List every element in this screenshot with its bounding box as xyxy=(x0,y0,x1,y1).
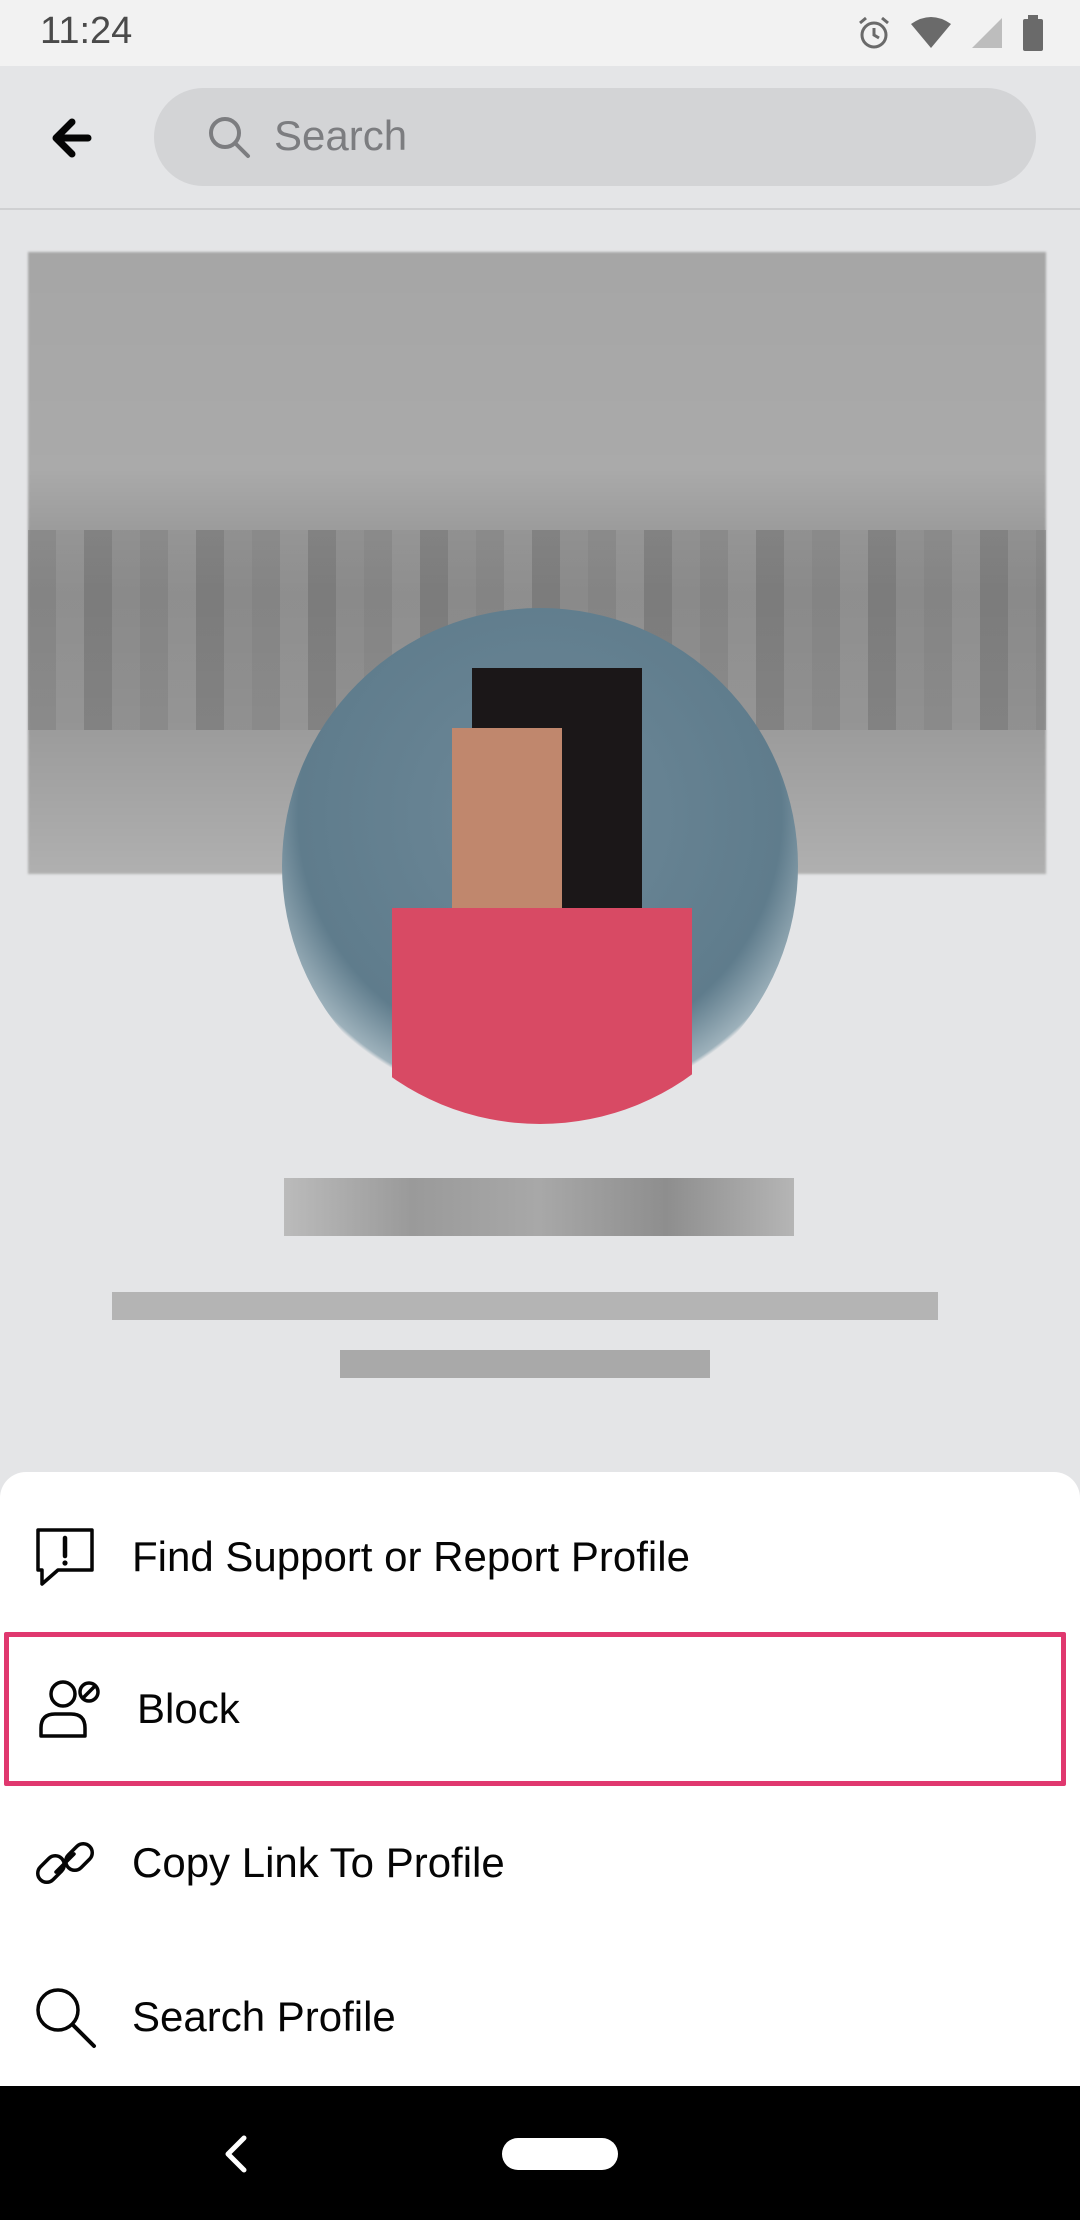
wifi-icon xyxy=(911,17,951,48)
search-icon xyxy=(206,114,252,160)
status-time: 11:24 xyxy=(40,10,133,52)
status-icons xyxy=(856,10,1044,56)
battery-icon xyxy=(1023,15,1043,51)
menu-item-label: Find Support or Report Profile xyxy=(132,1533,690,1580)
status-bar: 11:24 xyxy=(0,0,1080,66)
profile-bio-blurred-2 xyxy=(340,1350,710,1378)
menu-item-label: Copy Link To Profile xyxy=(132,1839,505,1886)
avatar-shirt xyxy=(392,908,692,1124)
profile-bio-blurred xyxy=(112,1292,938,1320)
menu-item-block[interactable]: Block xyxy=(4,1632,1066,1786)
search-input[interactable]: Search xyxy=(154,88,1036,186)
menu-item-find-support[interactable]: Find Support or Report Profile xyxy=(0,1480,1080,1634)
link-icon xyxy=(36,1842,94,1884)
top-app-bar: Search xyxy=(0,66,1080,210)
report-icon xyxy=(36,1528,94,1586)
menu-item-label: Search Profile xyxy=(132,1993,396,2040)
nav-back-icon[interactable] xyxy=(218,2132,254,2176)
back-button[interactable] xyxy=(42,108,112,168)
menu-item-copy-link[interactable]: Copy Link To Profile xyxy=(0,1786,1080,1940)
menu-item-label: Block xyxy=(137,1685,240,1732)
system-nav-bar xyxy=(0,2086,1080,2220)
alarm-icon xyxy=(859,16,889,49)
profile-name-blurred xyxy=(284,1178,794,1236)
search-icon xyxy=(36,1988,96,2048)
profile-content-obscured xyxy=(0,210,1080,1470)
block-person-icon xyxy=(39,1680,100,1738)
profile-avatar xyxy=(282,608,798,1124)
bottom-sheet-menu: Find Support or Report Profile Block Cop… xyxy=(0,1472,1080,2086)
cell-signal-icon xyxy=(972,18,1002,48)
nav-home-pill[interactable] xyxy=(502,2138,618,2170)
back-arrow-icon xyxy=(52,118,92,158)
menu-item-search-profile[interactable]: Search Profile xyxy=(0,1940,1080,2094)
search-placeholder: Search xyxy=(274,112,408,159)
